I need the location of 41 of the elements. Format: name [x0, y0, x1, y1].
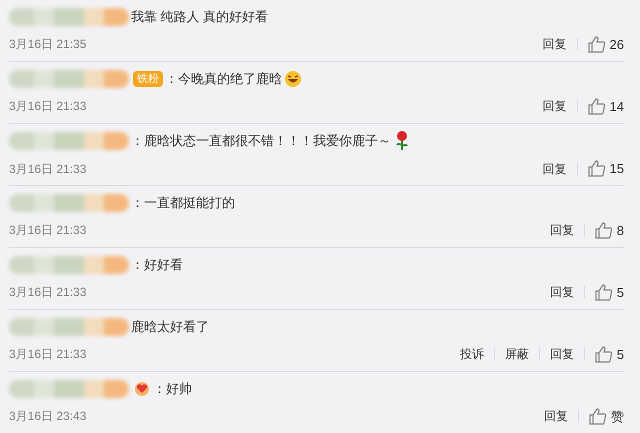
comment-time: 3月16日 23:43 [9, 408, 86, 426]
rose-icon [395, 130, 409, 151]
comment-text: ：好好看 [131, 256, 183, 274]
like-button[interactable]: 5 [594, 282, 624, 302]
thumbs-up-icon [588, 36, 606, 53]
heart-badge-icon [133, 380, 151, 397]
action-link[interactable]: 回复 [542, 97, 567, 116]
like-button[interactable]: 8 [594, 220, 624, 240]
comment-time: 3月16日 21:33 [9, 222, 86, 240]
action-link[interactable]: 回复 [550, 221, 574, 240]
comment-time: 3月16日 21:33 [9, 160, 86, 178]
action-link[interactable]: 投诉 [460, 345, 484, 364]
thumbs-up-icon [588, 98, 606, 115]
thumbs-up-icon [594, 284, 613, 301]
comment-text: ：好帅 [153, 380, 192, 398]
comment-text: ：鹿晗状态一直都很不错！！！我爱你鹿子～ [131, 132, 391, 150]
comment-time: 3月16日 21:33 [9, 98, 86, 116]
like-button[interactable]: 14 [588, 96, 624, 116]
comment-text: 鹿晗太好看了 [131, 318, 209, 336]
action-link[interactable]: 回复 [542, 160, 567, 178]
action-link[interactable]: 回复 [550, 345, 574, 364]
like-button[interactable]: 26 [588, 34, 624, 54]
comment-time: 3月16日 21:35 [9, 36, 86, 54]
action-link[interactable]: 回复 [550, 283, 574, 302]
like-button[interactable]: 15 [588, 158, 624, 178]
like-button[interactable]: 5 [594, 344, 624, 364]
smiling-face-icon [284, 70, 302, 88]
comment-text: ：今晚真的绝了鹿晗 [165, 70, 282, 88]
fan-badge: 铁粉 [133, 70, 163, 87]
thumbs-up-icon [594, 346, 613, 363]
like-button[interactable]: 赞 [589, 406, 624, 426]
action-link[interactable]: 回复 [542, 35, 567, 54]
thumbs-up-icon [589, 408, 607, 425]
comment-time: 3月16日 21:33 [9, 346, 86, 364]
action-link[interactable]: 屏蔽 [504, 345, 529, 364]
comment-text: 我靠 纯路人 真的好好看 [131, 8, 268, 26]
comment-time: 3月16日 21:33 [9, 284, 86, 302]
thumbs-up-icon [594, 222, 613, 239]
thumbs-up-icon [588, 160, 606, 177]
comment-text: ：一直都挺能打的 [131, 194, 235, 212]
action-link[interactable]: 回复 [544, 407, 568, 426]
